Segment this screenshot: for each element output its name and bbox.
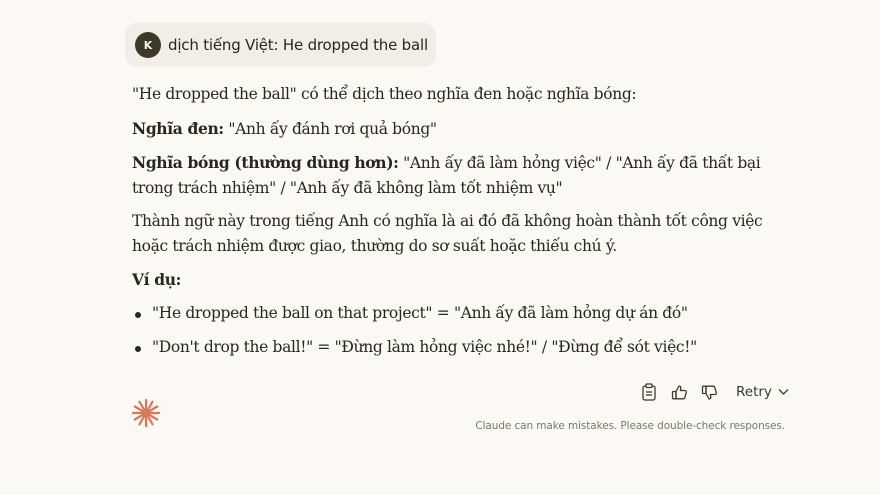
user-avatar[interactable]: K — [135, 32, 161, 58]
thumbs-up-icon — [671, 384, 687, 399]
assistant-response: "He dropped the ball" có thể dịch theo n… — [132, 82, 772, 369]
explanation: Thành ngữ này trong tiếng Anh có nghĩa l… — [132, 212, 763, 255]
thumbs-down-button[interactable] — [696, 379, 722, 405]
literal-text: "Anh ấy đánh rơi quả bóng" — [223, 120, 437, 138]
list-item: "He dropped the ball on that project" = … — [132, 301, 772, 326]
literal-meaning: Nghĩa đen: "Anh ấy đánh rơi quả bóng" — [132, 116, 772, 142]
examples-heading: Ví dụ: — [132, 267, 772, 293]
response-intro: "He dropped the ball" có thể dịch theo n… — [132, 85, 637, 103]
retry-button[interactable]: Retry — [736, 384, 789, 400]
figurative-label: Nghĩa bóng (thường dùng hơn): — [132, 153, 399, 172]
user-message-text: dịch tiếng Việt: He dropped the ball — [168, 36, 428, 54]
copy-icon — [642, 383, 656, 401]
list-item: "Don't drop the ball!" = "Đừng làm hỏng … — [132, 335, 772, 360]
thumbs-down-icon — [701, 385, 717, 400]
claude-logo-icon — [131, 398, 161, 428]
user-message-bubble: K dịch tiếng Việt: He dropped the ball — [125, 23, 436, 67]
response-actions: Retry — [636, 378, 789, 406]
examples-list: "He dropped the ball on that project" = … — [132, 301, 772, 360]
figurative-meaning: Nghĩa bóng (thường dùng hơn): "Anh ấy đã… — [132, 150, 772, 201]
examples-label: Ví dụ: — [132, 270, 182, 289]
retry-label: Retry — [736, 384, 772, 400]
copy-button[interactable] — [636, 379, 662, 405]
literal-label: Nghĩa đen: — [132, 119, 224, 138]
disclaimer-text: Claude can make mistakes. Please double-… — [475, 420, 785, 432]
chevron-down-icon — [778, 389, 789, 395]
thumbs-up-button[interactable] — [666, 379, 692, 405]
